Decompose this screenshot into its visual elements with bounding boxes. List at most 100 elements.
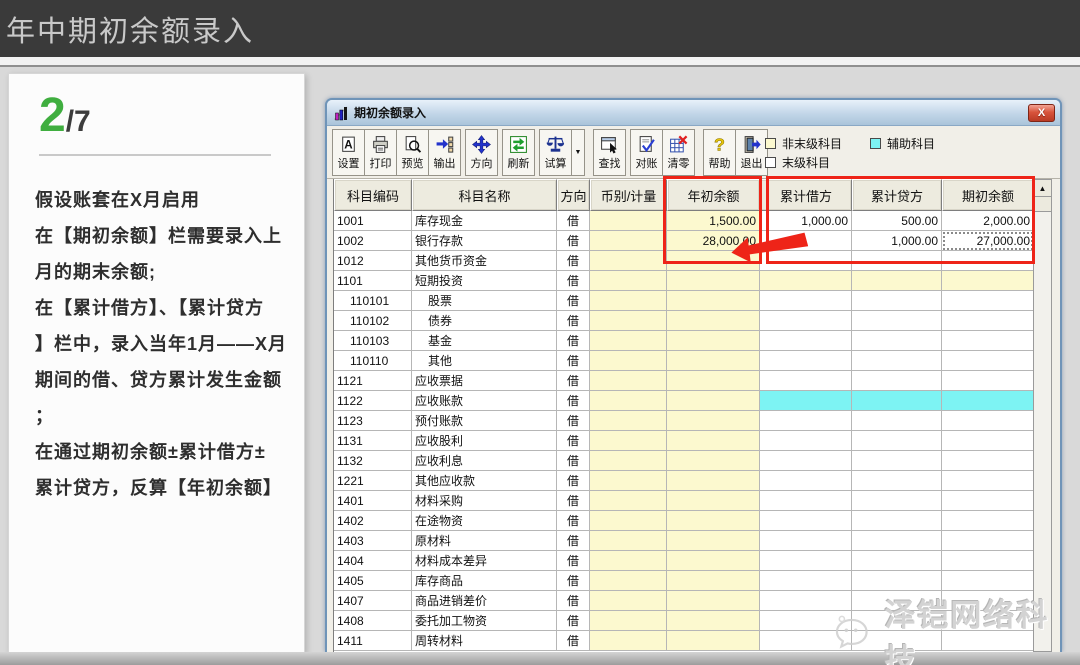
cell-opening-year-balance[interactable]: 1,500.00 [667,211,760,231]
trial-balance-dropdown-button[interactable]: ▼ [572,129,585,176]
cell-code[interactable]: 1407 [334,591,412,611]
cell-accumulated-debit[interactable] [760,571,852,591]
cell-direction[interactable]: 借 [557,491,590,511]
cell-accumulated-credit[interactable] [852,551,942,571]
cell-name[interactable]: 在途物资 [412,511,557,531]
cell-accumulated-credit[interactable] [852,491,942,511]
cell-name[interactable]: 商品进销差价 [412,591,557,611]
cell-accumulated-credit[interactable] [852,451,942,471]
direction-button[interactable]: 方向 [465,129,498,176]
cell-opening-year-balance[interactable] [667,431,760,451]
cell-opening-year-balance[interactable] [667,451,760,471]
cell-code[interactable]: 1411 [334,631,412,651]
reconcile-button[interactable]: 对账 [630,129,663,176]
cell-initial-balance[interactable] [942,631,1034,651]
cell-accumulated-credit[interactable] [852,611,942,631]
cell-initial-balance[interactable] [942,451,1034,471]
clear-button[interactable]: 清零 [662,129,695,176]
cell-accumulated-debit[interactable] [760,331,852,351]
cell-initial-balance[interactable] [942,611,1034,631]
cell-opening-year-balance[interactable] [667,551,760,571]
print-button[interactable]: 打印 [364,129,397,176]
cell-accumulated-credit[interactable] [852,371,942,391]
cell-direction[interactable]: 借 [557,591,590,611]
cell-code[interactable]: 1101 [334,271,412,291]
cell-name[interactable]: 应收利息 [412,451,557,471]
cell-direction[interactable]: 借 [557,331,590,351]
cell-opening-year-balance[interactable] [667,291,760,311]
cell-currency[interactable] [590,371,667,391]
cell-accumulated-credit[interactable] [852,311,942,331]
cell-currency[interactable] [590,491,667,511]
cell-opening-year-balance[interactable] [667,371,760,391]
cell-opening-year-balance[interactable] [667,411,760,431]
cell-currency[interactable] [590,611,667,631]
export-button[interactable]: 输出 [428,129,461,176]
cell-code[interactable]: 1122 [334,391,412,411]
cell-initial-balance[interactable] [942,411,1034,431]
cell-initial-balance[interactable] [942,511,1034,531]
cell-accumulated-debit[interactable] [760,251,852,271]
cell-direction[interactable]: 借 [557,451,590,471]
cell-code[interactable]: 1404 [334,551,412,571]
cell-name[interactable]: 委托加工物资 [412,611,557,631]
cell-code[interactable]: 1401 [334,491,412,511]
cell-opening-year-balance[interactable] [667,611,760,631]
cell-name[interactable]: 材料采购 [412,491,557,511]
cell-accumulated-debit[interactable] [760,311,852,331]
cell-initial-balance[interactable] [942,531,1034,551]
cell-currency[interactable] [590,591,667,611]
find-button[interactable]: 查找 [593,129,626,176]
cell-initial-balance[interactable] [942,251,1034,271]
cell-currency[interactable] [590,551,667,571]
cell-direction[interactable]: 借 [557,391,590,411]
cell-accumulated-credit[interactable]: 1,000.00 [852,231,942,251]
cell-code[interactable]: 1002 [334,231,412,251]
cell-currency[interactable] [590,511,667,531]
cell-opening-year-balance[interactable] [667,311,760,331]
cell-code[interactable]: 1408 [334,611,412,631]
cell-code[interactable]: 1405 [334,571,412,591]
cell-accumulated-debit[interactable]: 1,000.00 [760,211,852,231]
cell-currency[interactable] [590,531,667,551]
cell-code[interactable]: 110101 [334,291,412,311]
cell-accumulated-debit[interactable] [760,351,852,371]
cell-currency[interactable] [590,631,667,651]
cell-opening-year-balance[interactable] [667,251,760,271]
cell-currency[interactable] [590,471,667,491]
cell-name[interactable]: 银行存款 [412,231,557,251]
cell-accumulated-debit[interactable] [760,471,852,491]
scrollbar-thumb[interactable] [1034,197,1051,212]
cell-accumulated-credit[interactable] [852,391,942,411]
cell-initial-balance[interactable] [942,471,1034,491]
cell-name[interactable]: 原材料 [412,531,557,551]
close-button[interactable]: X [1028,104,1055,122]
cell-initial-balance[interactable] [942,351,1034,371]
cell-code[interactable]: 1132 [334,451,412,471]
cell-code[interactable]: 1012 [334,251,412,271]
cell-name[interactable]: 库存商品 [412,571,557,591]
cell-direction[interactable]: 借 [557,291,590,311]
scroll-up-button[interactable]: ▲ [1034,180,1051,197]
cell-code[interactable]: 110110 [334,351,412,371]
cell-code[interactable]: 1131 [334,431,412,451]
cell-accumulated-credit[interactable] [852,571,942,591]
cell-accumulated-debit[interactable] [760,371,852,391]
cell-name[interactable]: 基金 [412,331,557,351]
cell-opening-year-balance[interactable] [667,571,760,591]
cell-currency[interactable] [590,411,667,431]
cell-name[interactable]: 其他 [412,351,557,371]
cell-opening-year-balance[interactable] [667,331,760,351]
settings-button[interactable]: A设置 [332,129,365,176]
cell-currency[interactable] [590,431,667,451]
cell-initial-balance[interactable] [942,551,1034,571]
cell-accumulated-debit[interactable] [760,631,852,651]
cell-direction[interactable]: 借 [557,611,590,631]
cell-currency[interactable] [590,391,667,411]
cell-accumulated-debit[interactable] [760,531,852,551]
cell-accumulated-credit[interactable] [852,411,942,431]
cell-opening-year-balance[interactable] [667,391,760,411]
cell-name[interactable]: 短期投资 [412,271,557,291]
cell-accumulated-debit[interactable] [760,431,852,451]
cell-accumulated-credit[interactable] [852,511,942,531]
